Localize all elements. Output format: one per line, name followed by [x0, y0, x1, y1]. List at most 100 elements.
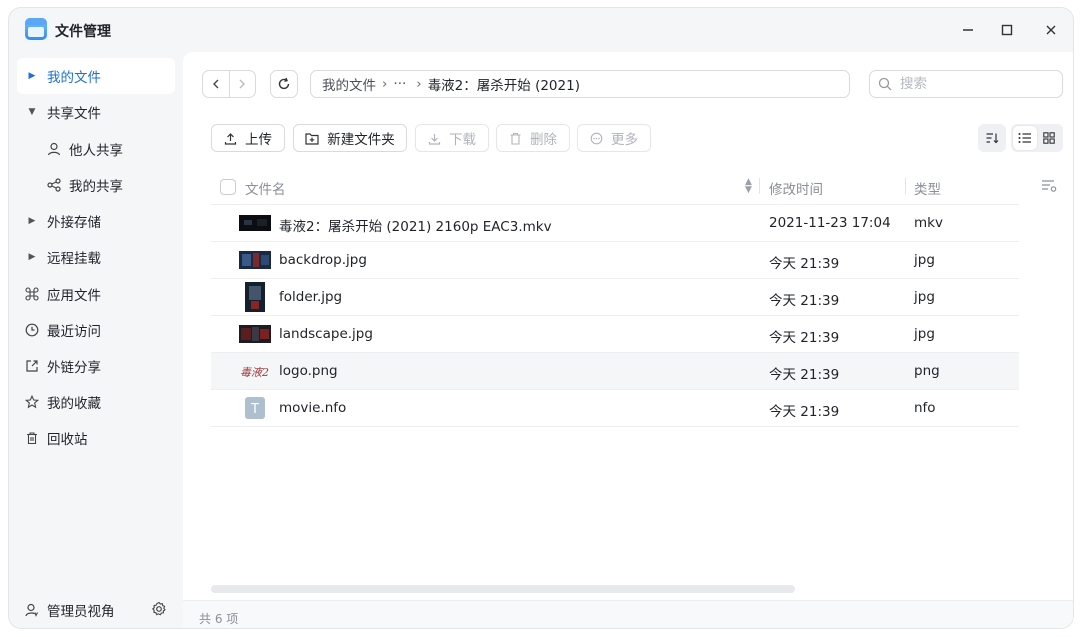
sort-updown-icon[interactable]: ▲ ▼ — [745, 178, 752, 195]
table-row[interactable]: 毒液2：屠杀开始 (2021) 2160p EAC3.mkv 2021-11-2… — [211, 205, 1019, 242]
file-modified: 今天 21:39 — [769, 330, 840, 346]
title-bar: 文件管理 — [9, 8, 1073, 52]
forward-button[interactable] — [230, 71, 256, 97]
new-folder-icon — [305, 132, 319, 145]
search-input[interactable] — [900, 76, 1050, 92]
chevron-left-icon — [212, 79, 219, 89]
sidebar-item-recent[interactable]: 最近访问 — [17, 312, 175, 348]
file-name: 毒液2：屠杀开始 (2021) 2160p EAC3.mkv — [279, 219, 552, 235]
file-name: backdrop.jpg — [279, 252, 367, 268]
breadcrumb-root[interactable]: 我的文件 — [322, 74, 376, 94]
file-type: png — [914, 363, 940, 379]
sidebar-item-my-files[interactable]: ▶ 我的文件 — [17, 58, 175, 94]
download-label: 下载 — [449, 132, 476, 148]
sidebar-item-label: 我的共享 — [69, 179, 123, 195]
admin-user-icon — [25, 603, 38, 617]
sidebar-item-remote-mounts[interactable]: ▶ 远程挂载 — [17, 239, 175, 275]
backdrop-thumb — [239, 246, 271, 274]
maximize-icon — [1001, 24, 1013, 36]
breadcrumb-ellipsis[interactable]: ··· — [393, 76, 406, 92]
column-header-name[interactable]: 文件名 — [245, 178, 286, 198]
more-button[interactable]: 更多 — [577, 124, 651, 152]
table-row[interactable]: folder.jpg 今天 21:39 jpg — [211, 279, 1019, 316]
sidebar-item-label: 他人共享 — [69, 143, 123, 159]
sidebar-footer: 管理员视角 — [9, 592, 183, 628]
window-title: 文件管理 — [55, 24, 111, 40]
caret-right-icon: ▶ — [28, 252, 36, 262]
file-manager-window: 文件管理 ▶ 我的文件 ▼ 共享文件 他人共享 我的共享 ▶ 外接存储 ▶ 远程… — [9, 8, 1073, 628]
table-row[interactable]: backdrop.jpg 今天 21:39 jpg — [211, 242, 1019, 279]
list-view-icon — [1018, 133, 1031, 143]
sidebar-item-app-files[interactable]: 应用文件 — [17, 276, 175, 312]
more-label: 更多 — [611, 132, 638, 148]
table-header: 文件名 ▲ ▼ 修改时间 类型 — [211, 168, 1019, 205]
column-header-modified[interactable]: 修改时间 — [769, 178, 823, 198]
file-name: folder.jpg — [279, 289, 343, 305]
new-folder-label: 新建文件夹 — [327, 132, 395, 148]
sidebar-item-recycle-bin[interactable]: 回收站 — [17, 420, 175, 456]
close-button[interactable] — [1040, 19, 1062, 41]
download-button[interactable]: 下载 — [415, 124, 489, 152]
file-type: nfo — [914, 400, 936, 416]
sidebar-item-label: 我的收藏 — [47, 396, 101, 412]
sidebar-item-external-links[interactable]: 外链分享 — [17, 348, 175, 384]
view-toggle — [1011, 124, 1063, 152]
refresh-button[interactable] — [270, 70, 298, 98]
list-view-button[interactable] — [1013, 126, 1037, 150]
main-panel: 我的文件 › ··· › 毒液2：屠杀开始 (2021) 上传 新建文件夹 下载… — [183, 52, 1073, 628]
horizontal-scrollbar[interactable] — [211, 585, 795, 593]
share-icon — [17, 178, 69, 192]
sidebar-item-shared-files[interactable]: ▼ 共享文件 — [17, 94, 175, 130]
admin-view-button[interactable]: 管理员视角 — [25, 600, 115, 620]
new-folder-button[interactable]: 新建文件夹 — [293, 124, 407, 152]
sidebar-item-label: 最近访问 — [47, 324, 101, 340]
file-name: movie.nfo — [279, 400, 347, 416]
search-box — [869, 70, 1063, 98]
sidebar-item-label: 远程挂载 — [47, 251, 101, 267]
breadcrumb-current[interactable]: 毒液2：屠杀开始 (2021) — [428, 74, 580, 94]
table-row[interactable]: landscape.jpg 今天 21:39 jpg — [211, 316, 1019, 353]
table-row[interactable]: 毒液2 logo.png 今天 21:39 png — [211, 353, 1019, 390]
svg-text:毒液2: 毒液2 — [240, 366, 269, 379]
upload-label: 上传 — [245, 132, 272, 148]
maximize-button[interactable] — [996, 19, 1018, 41]
sidebar-item-label: 外接存储 — [47, 215, 101, 231]
file-modified: 2021-11-23 17:04 — [769, 215, 891, 231]
file-type: jpg — [914, 326, 935, 342]
admin-view-label: 管理员视角 — [47, 604, 115, 620]
column-divider[interactable] — [759, 178, 760, 194]
sidebar-item-external-storage[interactable]: ▶ 外接存储 — [17, 203, 175, 239]
column-header-type[interactable]: 类型 — [914, 178, 941, 198]
column-settings-button[interactable] — [1041, 179, 1058, 197]
status-bar: 共 6 项 — [183, 600, 1073, 628]
grid-view-button[interactable] — [1037, 126, 1061, 150]
close-icon — [1046, 25, 1056, 35]
trash-icon — [17, 431, 47, 445]
column-settings-icon — [1042, 180, 1057, 192]
sidebar-item-label: 回收站 — [47, 432, 88, 448]
sidebar-item-shared-with-me[interactable]: 他人共享 — [17, 131, 175, 167]
minimize-button[interactable] — [957, 19, 979, 41]
back-button[interactable] — [203, 71, 230, 97]
poster-thumb — [239, 282, 271, 312]
table-row[interactable]: T movie.nfo 今天 21:39 nfo — [211, 390, 1019, 427]
caret-right-icon: ▶ — [28, 71, 36, 81]
sidebar-item-label: 应用文件 — [47, 288, 101, 304]
file-modified: 今天 21:39 — [769, 404, 840, 420]
upload-button[interactable]: 上传 — [211, 124, 285, 152]
item-count: 共 6 项 — [199, 612, 239, 626]
sidebar-item-my-shares[interactable]: 我的共享 — [17, 167, 175, 203]
clock-icon — [17, 323, 47, 337]
sidebar-item-label: 外链分享 — [47, 360, 101, 376]
trash-icon — [509, 132, 522, 145]
chevron-right-icon — [239, 79, 246, 89]
column-divider[interactable] — [905, 178, 906, 194]
settings-button[interactable] — [151, 601, 167, 621]
sidebar-item-favorites[interactable]: 我的收藏 — [17, 384, 175, 420]
delete-button[interactable]: 删除 — [496, 124, 570, 152]
select-all-checkbox[interactable] — [220, 179, 236, 195]
sidebar: ▶ 我的文件 ▼ 共享文件 他人共享 我的共享 ▶ 外接存储 ▶ 远程挂载 应用… — [9, 52, 183, 628]
sort-button[interactable] — [978, 124, 1006, 152]
minimize-icon — [963, 29, 973, 31]
file-modified: 今天 21:39 — [769, 256, 840, 272]
